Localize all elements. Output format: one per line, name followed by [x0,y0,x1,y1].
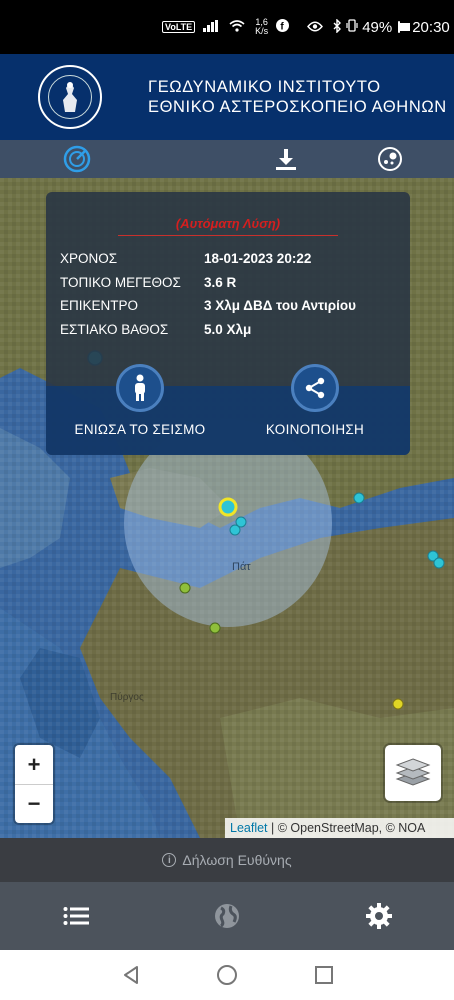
event-info-panel: (Αυτόματη Λύση) ΧΡΟΝΟΣ 18-01-2023 20:22 Τ… [46,192,410,455]
settings-globe-icon[interactable] [376,145,404,173]
signal-icon [203,19,219,35]
felt-it-button[interactable]: ΕΝΙΩΣΑ ΤΟ ΣΕΙΣΜΟ [60,364,220,437]
attribution-text: | © OpenStreetMap, © NOA [267,821,426,835]
automatic-solution-label: (Αυτόματη Λύση) [175,216,281,231]
quake-marker-recent[interactable] [229,524,241,536]
bluetooth-icon [333,17,342,36]
battery-percentage: 49% [362,18,393,36]
header-title-line1: ΓΕΩΔΥΝΑΜΙΚΟ ΙΝΣΤΙΤΟΥΤΟ [148,78,381,96]
toolbar [0,140,454,178]
clock: 20:30 [412,18,450,36]
download-icon[interactable] [272,145,300,173]
battery-icon [398,21,410,33]
share-icon [291,364,339,412]
recents-icon[interactable] [313,964,335,986]
info-label: ΕΣΤΙΑΚΟ ΒΑΘΟΣ [60,322,169,337]
quake-marker-recent[interactable] [433,557,445,569]
info-row-depth: ΕΣΤΙΑΚΟ ΒΑΘΟΣ 5.0 Χλμ [60,322,251,337]
list-icon[interactable] [62,902,90,930]
info-value: 18-01-2023 20:22 [204,251,312,266]
divider [118,235,338,236]
share-label: ΚΟΙΝΟΠΟΙΗΣΗ [265,422,365,437]
institute-logo [38,65,102,129]
facebook-icon: f [276,19,290,35]
info-value: 3.6 R [204,275,237,290]
disclaimer-link[interactable]: i Δήλωση Ευθύνης [0,838,454,882]
status-bar: VoLTE 1,6 K/s f 49% 20:30 [0,0,454,54]
back-icon[interactable] [120,964,142,986]
header-title-line2: ΕΘΝΙΚΟ ΑΣΤΕΡΟΣΚΟΠΕΙΟ ΑΘΗΝΩΝ [148,98,447,116]
leaflet-link[interactable]: Leaflet [230,821,268,835]
quake-marker-older[interactable] [179,582,191,594]
person-icon [116,364,164,412]
info-row-magnitude: ΤΟΠΙΚΟ ΜΕΓΕΘΟΣ 3.6 R [60,275,236,290]
info-label: ΤΟΠΙΚΟ ΜΕΓΕΘΟΣ [60,275,181,290]
home-icon[interactable] [216,964,238,986]
place-label-patras: Πάτ [232,561,251,573]
event-actions: ΕΝΙΩΣΑ ΤΟ ΣΕΙΣΜΟ ΚΟΙΝΟΠΟΙΗΣΗ [46,364,410,455]
info-row-epicenter: ΕΠΙΚΕΝΤΡΟ 3 Χλμ ΔΒΔ του Αντιρίου [60,298,356,313]
app-header: ΓΕΩΔΥΝΑΜΙΚΟ ΙΝΣΤΙΤΟΥΤΟ ΕΘΝΙΚΟ ΑΣΤΕΡΟΣΚΟΠ… [0,54,454,140]
quake-marker-older[interactable] [209,622,221,634]
info-value: 5.0 Χλμ [204,322,252,337]
globe-icon[interactable] [213,902,241,930]
zoom-in-button[interactable]: + [15,745,53,784]
share-button[interactable]: ΚΟΙΝΟΠΟΙΗΣΗ [235,364,395,437]
zoom-out-button[interactable]: − [15,784,53,823]
info-label: ΧΡΟΝΟΣ [60,251,118,266]
system-navigation-bar [0,950,454,1000]
bottom-navigation [0,882,454,950]
disclaimer-text: Δήλωση Ευθύνης [182,852,292,868]
info-icon: i [162,853,177,867]
quake-marker-old[interactable] [392,698,404,710]
place-label-pyrgos: Πύργος [110,691,144,703]
network-speed: 1,6 K/s [255,17,269,36]
vibrate-icon [346,19,358,35]
wifi-icon [229,19,245,35]
eye-icon [307,20,324,35]
layers-button[interactable] [385,745,441,801]
quake-marker-selected[interactable] [218,497,238,517]
volte-indicator: VoLTE [162,21,196,33]
radar-icon[interactable] [63,145,91,173]
layers-icon [395,755,431,792]
zoom-control: + − [15,745,53,823]
map-attribution: Leaflet | © OpenStreetMap, © NOA [225,818,454,838]
info-value: 3 Χλμ ΔΒΔ του Αντιρίου [204,298,356,313]
felt-it-label: ΕΝΙΩΣΑ ΤΟ ΣΕΙΣΜΟ [74,422,206,437]
quake-marker-recent[interactable] [353,492,365,504]
gear-icon[interactable] [365,902,393,930]
info-row-time: ΧΡΟΝΟΣ 18-01-2023 20:22 [60,251,311,266]
info-label: ΕΠΙΚΕΝΤΡΟ [60,298,139,313]
